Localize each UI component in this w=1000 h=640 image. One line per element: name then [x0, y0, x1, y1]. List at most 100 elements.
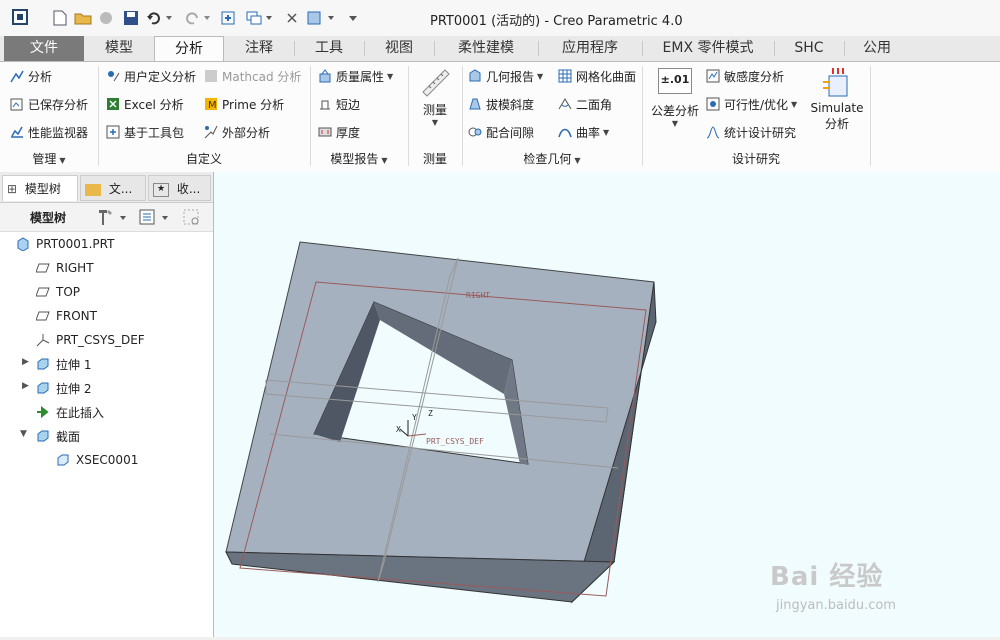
- tab-folder-browser[interactable]: 文...: [80, 175, 146, 201]
- curvature-button[interactable]: 曲率 ▼: [558, 122, 609, 142]
- datum-plane-icon: [35, 309, 50, 323]
- thickness-button[interactable]: 厚度: [318, 122, 360, 142]
- open-folder-icon[interactable]: [74, 8, 92, 28]
- expand-arrow-icon[interactable]: ▶: [22, 357, 29, 367]
- user-analysis-icon: [106, 69, 120, 83]
- feasibility-optimization-button[interactable]: 可行性/优化 ▼: [706, 94, 797, 114]
- new-file-icon[interactable]: [52, 8, 68, 28]
- close-window-icon[interactable]: [98, 8, 114, 28]
- model-tree-label: 模型树: [30, 211, 67, 225]
- draft-button[interactable]: 拔模斜度: [468, 94, 534, 114]
- tab-annotate[interactable]: 注释: [224, 36, 294, 61]
- tree-item-extrude-1[interactable]: 拉伸 1: [36, 354, 91, 374]
- close-icon[interactable]: [284, 8, 300, 28]
- performance-monitor-button[interactable]: 性能监视器: [10, 122, 88, 142]
- group-separator: [870, 66, 871, 166]
- ribbon-panel: 分析 已保存分析 性能监视器 管理 ▼ 用户定义分析 Excel 分析 基于工具包…: [0, 61, 1000, 173]
- short-edge-button[interactable]: 短边: [318, 94, 360, 114]
- tab-applications[interactable]: 应用程序: [538, 36, 642, 61]
- tab-flexible-modeling[interactable]: 柔性建模: [434, 36, 538, 61]
- statistical-design-study-button[interactable]: 统计设计研究: [706, 122, 796, 142]
- mating-clearance-button[interactable]: 配合间隙: [468, 122, 534, 142]
- sensitivity-icon: [706, 69, 720, 83]
- tab-model-tree[interactable]: ⊞ 模型树: [2, 175, 78, 201]
- excel-analysis-button[interactable]: Excel 分析: [106, 94, 184, 114]
- tree-item-top[interactable]: TOP: [35, 282, 80, 302]
- section-icon: [36, 429, 50, 443]
- tree-item-front[interactable]: FRONT: [35, 306, 97, 326]
- csys-label: PRT_CSYS_DEF: [426, 437, 484, 446]
- simulate-icon: [823, 68, 848, 97]
- measure-button[interactable]: 测量 ▼: [412, 66, 458, 127]
- window-title: PRT0001 (活动的) - Creo Parametric 4.0: [430, 14, 683, 29]
- group-design-study-label: 设计研究: [731, 152, 780, 166]
- redo-icon[interactable]: [184, 8, 210, 28]
- tree-item-insert-here[interactable]: 在此插入: [36, 402, 104, 422]
- mathcad-analysis-button[interactable]: Mathcad 分析: [204, 66, 301, 86]
- app-icon: [12, 9, 28, 25]
- tolerance-analysis-button[interactable]: ±.01 公差分析 ▼: [648, 68, 702, 128]
- tab-model[interactable]: 模型: [84, 36, 154, 61]
- curvature-icon: [558, 125, 572, 139]
- collapse-arrow-icon[interactable]: ▼: [20, 429, 27, 439]
- short-edge-icon: [318, 97, 332, 111]
- filter-button[interactable]: [182, 208, 204, 226]
- simulate-analysis-button[interactable]: Simulate 分析: [808, 66, 866, 132]
- prime-analysis-button[interactable]: M Prime 分析: [204, 94, 284, 114]
- windows-icon[interactable]: [246, 8, 274, 28]
- navigator-tabs: ⊞ 模型树 文... ★ 收...: [0, 172, 213, 203]
- navigator-panel: ⊞ 模型树 文... ★ 收... 模型树 PRT0001.PRT RIGHT …: [0, 172, 214, 637]
- tab-tools[interactable]: 工具: [294, 36, 364, 61]
- datum-right-label: RIGHT: [466, 291, 490, 300]
- tree-item-xsec[interactable]: XSEC0001: [56, 450, 138, 470]
- part-icon: [16, 237, 30, 252]
- csys-x-label: X: [396, 425, 401, 434]
- saved-analysis-button[interactable]: 已保存分析: [10, 94, 88, 114]
- display-style-icon[interactable]: [306, 8, 338, 28]
- list-icon: [139, 209, 168, 225]
- datum-plane-icon: [35, 285, 50, 299]
- mass-properties-icon: [318, 69, 332, 83]
- tree-item-extrude-2[interactable]: 拉伸 2: [36, 378, 91, 398]
- mesh-surface-button[interactable]: 网格化曲面: [558, 66, 636, 86]
- undo-icon[interactable]: [146, 8, 172, 28]
- mass-properties-button[interactable]: 质量属性 ▼: [318, 66, 393, 86]
- sensitivity-analysis-button[interactable]: 敏感度分析: [706, 66, 784, 86]
- user-defined-analysis-button[interactable]: 用户定义分析: [106, 66, 196, 86]
- model-tree-toolbar: 模型树: [0, 203, 213, 232]
- tree-item-csys[interactable]: PRT_CSYS_DEF: [36, 330, 145, 350]
- toolkit-icon: [106, 125, 120, 139]
- dihedral-icon: [558, 97, 572, 111]
- xsec-icon: [56, 453, 70, 467]
- show-options-button[interactable]: [138, 208, 172, 226]
- group-model-report-label[interactable]: 模型报告 ▼: [310, 150, 408, 168]
- toolkit-analysis-button[interactable]: 基于工具包: [106, 122, 184, 142]
- tree-settings-button[interactable]: [96, 208, 130, 226]
- customize-toolbar-icon[interactable]: [346, 8, 360, 28]
- tab-shc[interactable]: SHC: [774, 36, 844, 61]
- filter-icon: [183, 209, 199, 225]
- analysis-button[interactable]: 分析: [10, 66, 52, 86]
- tab-favorites[interactable]: ★ 收...: [148, 175, 211, 201]
- tree-item-sections[interactable]: 截面: [36, 426, 80, 446]
- tab-analysis[interactable]: 分析: [154, 36, 224, 61]
- external-analysis-button[interactable]: 外部分析: [204, 122, 270, 142]
- group-manage-label[interactable]: 管理 ▼: [0, 150, 98, 168]
- group-inspect-geometry-label[interactable]: 检查几何 ▼: [462, 150, 642, 168]
- model-tree-icon: ⊞: [7, 182, 18, 196]
- tab-common[interactable]: 公用: [844, 36, 910, 61]
- tab-emx-part-mode[interactable]: EMX 零件模式: [642, 36, 774, 61]
- draft-icon: [468, 97, 482, 111]
- regenerate-icon[interactable]: [220, 8, 238, 28]
- csys-y-label: Y: [412, 413, 417, 422]
- tree-item-right[interactable]: RIGHT: [35, 258, 94, 278]
- tree-item-part[interactable]: PRT0001.PRT: [16, 234, 114, 254]
- save-icon[interactable]: [122, 8, 140, 28]
- expand-arrow-icon[interactable]: ▶: [22, 381, 29, 391]
- tab-view[interactable]: 视图: [364, 36, 434, 61]
- analysis-icon: [10, 69, 24, 83]
- tab-file[interactable]: 文件: [4, 36, 84, 61]
- dihedral-angle-button[interactable]: 二面角: [558, 94, 612, 114]
- geometry-report-button[interactable]: 几何报告 ▼: [468, 66, 543, 86]
- csys-z-label: Z: [428, 409, 433, 418]
